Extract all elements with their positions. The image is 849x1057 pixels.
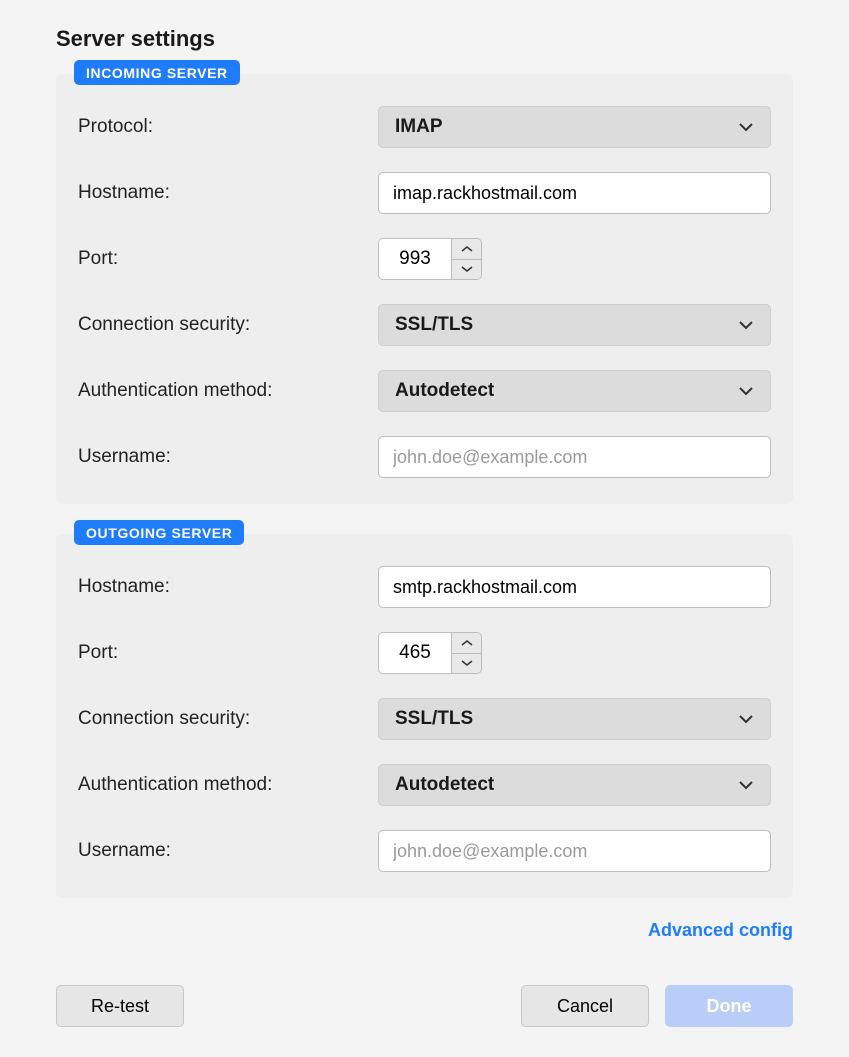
outgoing-security-value: SSL/TLS — [395, 708, 473, 730]
port-step-up-button[interactable] — [452, 239, 481, 260]
incoming-protocol-select[interactable]: IMAP — [378, 106, 771, 148]
chevron-down-icon — [738, 711, 754, 727]
incoming-badge: INCOMING SERVER — [74, 60, 240, 85]
outgoing-username-input[interactable] — [378, 830, 771, 872]
chevron-down-icon — [738, 383, 754, 399]
incoming-username-input[interactable] — [378, 436, 771, 478]
outgoing-security-row: Connection security: SSL/TLS — [78, 698, 771, 740]
retest-button[interactable]: Re-test — [56, 985, 184, 1027]
port-step-down-button[interactable] — [452, 260, 481, 280]
incoming-server-panel: INCOMING SERVER Protocol: IMAP Hostname:… — [56, 74, 793, 504]
outgoing-server-panel: OUTGOING SERVER Hostname: Port: Connecti — [56, 534, 793, 898]
incoming-protocol-value: IMAP — [395, 116, 443, 138]
server-settings-page: Server settings INCOMING SERVER Protocol… — [0, 0, 849, 1057]
right-button-group: Cancel Done — [521, 985, 793, 1027]
outgoing-hostname-row: Hostname: — [78, 566, 771, 608]
outgoing-port-input[interactable] — [379, 633, 451, 673]
advanced-config-link[interactable]: Advanced config — [648, 920, 793, 940]
incoming-username-row: Username: — [78, 436, 771, 478]
incoming-auth-row: Authentication method: Autodetect — [78, 370, 771, 412]
incoming-hostname-input[interactable] — [378, 172, 771, 214]
chevron-down-icon — [738, 119, 754, 135]
port-step-down-button[interactable] — [452, 654, 481, 674]
incoming-auth-select[interactable]: Autodetect — [378, 370, 771, 412]
outgoing-security-select[interactable]: SSL/TLS — [378, 698, 771, 740]
outgoing-auth-row: Authentication method: Autodetect — [78, 764, 771, 806]
incoming-auth-value: Autodetect — [395, 380, 494, 402]
outgoing-auth-label: Authentication method: — [78, 774, 378, 796]
port-step-up-button[interactable] — [452, 633, 481, 654]
incoming-security-value: SSL/TLS — [395, 314, 473, 336]
incoming-security-row: Connection security: SSL/TLS — [78, 304, 771, 346]
incoming-port-label: Port: — [78, 248, 378, 270]
incoming-username-label: Username: — [78, 446, 378, 468]
page-title: Server settings — [56, 26, 793, 52]
chevron-down-icon — [738, 777, 754, 793]
incoming-port-stepper — [378, 238, 482, 280]
outgoing-hostname-label: Hostname: — [78, 576, 378, 598]
advanced-config-wrap: Advanced config — [56, 920, 793, 941]
incoming-protocol-label: Protocol: — [78, 116, 378, 138]
port-spinner — [451, 239, 481, 279]
port-spinner — [451, 633, 481, 673]
outgoing-auth-select[interactable]: Autodetect — [378, 764, 771, 806]
incoming-auth-label: Authentication method: — [78, 380, 378, 402]
outgoing-auth-value: Autodetect — [395, 774, 494, 796]
outgoing-username-label: Username: — [78, 840, 378, 862]
incoming-hostname-row: Hostname: — [78, 172, 771, 214]
outgoing-port-label: Port: — [78, 642, 378, 664]
incoming-port-row: Port: — [78, 238, 771, 280]
outgoing-hostname-input[interactable] — [378, 566, 771, 608]
cancel-button[interactable]: Cancel — [521, 985, 649, 1027]
outgoing-security-label: Connection security: — [78, 708, 378, 730]
incoming-security-label: Connection security: — [78, 314, 378, 336]
incoming-hostname-label: Hostname: — [78, 182, 378, 204]
outgoing-port-stepper — [378, 632, 482, 674]
outgoing-username-row: Username: — [78, 830, 771, 872]
outgoing-badge: OUTGOING SERVER — [74, 520, 244, 545]
done-button[interactable]: Done — [665, 985, 793, 1027]
incoming-protocol-row: Protocol: IMAP — [78, 106, 771, 148]
incoming-port-input[interactable] — [379, 239, 451, 279]
footer-buttons: Re-test Cancel Done — [56, 985, 793, 1027]
outgoing-port-row: Port: — [78, 632, 771, 674]
incoming-security-select[interactable]: SSL/TLS — [378, 304, 771, 346]
chevron-down-icon — [738, 317, 754, 333]
